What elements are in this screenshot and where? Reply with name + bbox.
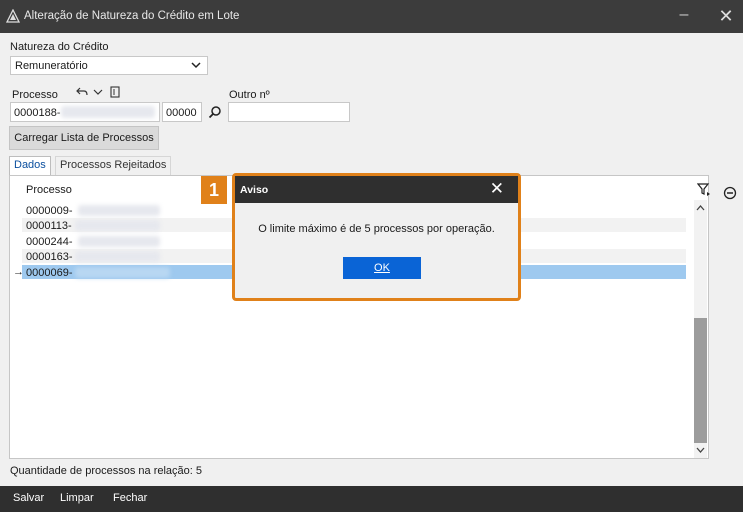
chevron-down-small-icon[interactable] [93,87,103,97]
dialog-message: O limite máximo é de 5 processos por ope… [258,223,495,235]
close-icon[interactable]: ✕ [716,6,736,26]
close-button[interactable]: Fechar [113,492,147,504]
processo-suffix-input[interactable]: 00000 [162,102,202,122]
window-title: Alteração de Natureza do Crédito em Lote [24,10,240,22]
document-icon[interactable] [109,86,121,98]
app-icon [6,9,20,23]
process-count-text: Quantidade de processos na relação: 5 [10,465,203,477]
tab-processos-rejeitados[interactable]: Processos Rejeitados [55,156,172,175]
bottom-action-bar: Salvar Limpar Fechar [0,486,743,512]
natureza-value: Remuneratório [15,60,88,72]
blurred-value [75,267,170,278]
processo-label: Processo [12,89,58,101]
save-button[interactable]: Salvar [13,492,44,504]
table-row[interactable]: 0000244- [26,236,73,248]
processo-prefix: 0000188- [14,107,61,119]
table-row[interactable]: 0000113- [26,220,72,232]
filter-icon[interactable] [697,182,711,196]
scroll-up-icon[interactable] [696,204,705,211]
processo-suffix: 00000 [166,107,197,119]
blurred-value [78,205,160,216]
vertical-scrollbar[interactable] [694,200,707,458]
blurred-value [75,251,160,262]
clear-button[interactable]: Limpar [60,492,94,504]
outro-label: Outro nº [229,89,270,101]
dialog-close-icon[interactable]: ✕ [490,179,504,199]
table-row-selected[interactable]: 0000069- [26,267,73,279]
processo-input[interactable]: 0000188- [10,102,160,122]
load-processes-button[interactable]: Carregar Lista de Processos [9,126,159,150]
scrollbar-thumb[interactable] [694,318,707,443]
ok-button[interactable]: OK [343,257,421,279]
collapse-icon[interactable] [723,186,737,200]
undo-icon[interactable] [76,86,88,98]
tab-dados[interactable]: Dados [9,156,51,175]
blurred-value [75,220,160,231]
title-bar: Alteração de Natureza do Crédito em Lote… [0,0,743,33]
natureza-label: Natureza do Crédito [10,41,109,53]
row-indicator-arrow-icon: → [13,266,24,278]
blurred-value [61,106,155,118]
scroll-down-icon[interactable] [696,447,705,454]
minimize-icon[interactable]: – [674,6,694,26]
grid-header-processo[interactable]: Processo [26,184,72,196]
natureza-select[interactable]: Remuneratório [10,56,208,75]
table-row[interactable]: 0000163- [26,251,73,263]
outro-input[interactable] [228,102,350,122]
warning-dialog: Aviso ✕ O limite máximo é de 5 processos… [232,173,521,301]
ok-label: OK [374,262,390,274]
search-icon[interactable] [208,105,222,119]
dialog-title-bar: Aviso ✕ [235,176,518,203]
table-row[interactable]: 0000009- [26,205,73,217]
step-badge: 1 [201,176,227,204]
chevron-down-icon [191,62,201,69]
dialog-title: Aviso [240,184,269,196]
blurred-value [78,236,160,247]
